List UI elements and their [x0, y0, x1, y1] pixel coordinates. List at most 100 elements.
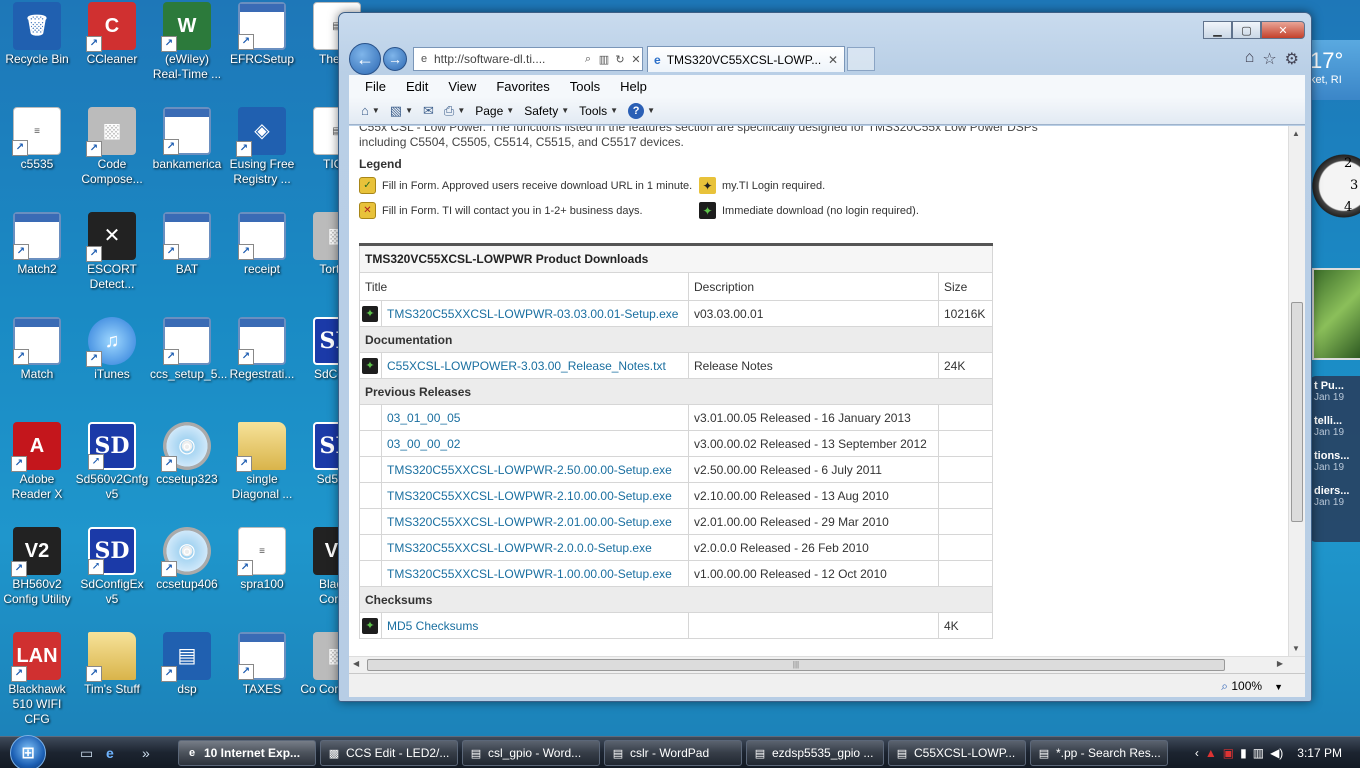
menu-help[interactable]: Help: [610, 79, 657, 94]
desktop-icon[interactable]: ▤dsp: [150, 632, 224, 697]
desktop-icon[interactable]: single Diagonal ...: [225, 422, 299, 502]
zoom-control[interactable]: ⌕ 100% ▼: [1221, 679, 1283, 694]
taskbar-button[interactable]: ▤ *.pp - Search Res...: [1030, 740, 1168, 766]
help-menu-button[interactable]: ? ▼: [628, 102, 655, 119]
desktop-icon[interactable]: LANBlackhawk 510 WIFI CFG: [0, 632, 74, 727]
taskbar-button[interactable]: e 10 Internet Exp...: [178, 740, 316, 766]
tab-close-icon[interactable]: ✕: [828, 53, 838, 67]
feed-item[interactable]: telli... Jan 19: [1314, 415, 1360, 450]
desktop-icon[interactable]: ▩Code Compose...: [75, 107, 149, 187]
adobe-tray-icon[interactable]: ▲: [1205, 746, 1217, 760]
slideshow-gadget[interactable]: [1312, 268, 1360, 360]
feed-item[interactable]: t Pu... Jan 19: [1314, 380, 1360, 415]
taskbar-button[interactable]: ▤ ezdsp5535_gpio ...: [746, 740, 884, 766]
scroll-left-arrow-icon[interactable]: ◀: [353, 659, 359, 668]
refresh-icon[interactable]: ↻: [614, 53, 626, 66]
search-icon[interactable]: ⌕: [582, 53, 594, 66]
minimize-button[interactable]: ▁: [1203, 21, 1232, 39]
read-mail-button[interactable]: ✉: [423, 103, 434, 119]
tray-expand-icon[interactable]: ‹: [1195, 746, 1199, 760]
network-icon[interactable]: ▥: [1253, 746, 1264, 760]
feed-item[interactable]: tions... Jan 19: [1314, 450, 1360, 485]
gear-icon[interactable]: ⚙: [1285, 49, 1299, 69]
desktop-icon[interactable]: AAdobe Reader X: [0, 422, 74, 502]
tray-device-icon[interactable]: ▮: [1240, 746, 1247, 760]
desktop-icon[interactable]: Tim's Stuff: [75, 632, 149, 697]
home-icon[interactable]: ⌂: [1245, 49, 1255, 69]
taskbar-button[interactable]: ▤ C55XCSL-LOWP...: [888, 740, 1026, 766]
home-toolbar-button[interactable]: ⌂ ▼: [361, 103, 380, 118]
download-link[interactable]: TMS320C55XXCSL-LOWPWR-2.50.00.00-Setup.e…: [387, 463, 672, 477]
start-button[interactable]: ⊞: [10, 735, 46, 768]
taskbar-button[interactable]: ▤ cslr - WordPad: [604, 740, 742, 766]
taskbar-button[interactable]: ▩ CCS Edit - LED2/...: [320, 740, 458, 766]
download-link[interactable]: MD5 Checksums: [387, 619, 478, 633]
menu-tools[interactable]: Tools: [560, 79, 610, 94]
back-button[interactable]: ←: [349, 43, 381, 75]
download-link[interactable]: TMS320C55XXCSL-LOWPWR-2.01.00.00-Setup.e…: [387, 515, 672, 529]
feeds-button[interactable]: ▧ ▼: [390, 103, 413, 119]
horizontal-scrollbar[interactable]: ◀ ||| ▶: [349, 656, 1305, 673]
page-menu-button[interactable]: Page ▼: [475, 104, 514, 118]
address-url[interactable]: http://software-dl.ti....: [434, 52, 578, 66]
horizontal-scroll-thumb[interactable]: |||: [367, 659, 1225, 671]
desktop-icon[interactable]: V2BH560v2 Config Utility: [0, 527, 74, 607]
desktop-icon[interactable]: receipt: [225, 212, 299, 277]
tab-active[interactable]: e TMS320VC55XCSL-LOWP... ✕: [647, 46, 845, 72]
desktop-icon[interactable]: SDSdConfigEx v5: [75, 527, 149, 607]
desktop-icon[interactable]: ◎ccsetup406: [150, 527, 224, 592]
desktop-icon[interactable]: ✕ESCORT Detect...: [75, 212, 149, 292]
desktop-icon[interactable]: ▣ ccs_setup_5...: [150, 317, 227, 382]
desktop-icon[interactable]: 🗑 Recycle Bin: [0, 2, 74, 67]
desktop-icon[interactable]: Match2: [0, 212, 74, 277]
menu-edit[interactable]: Edit: [396, 79, 438, 94]
download-link[interactable]: TMS320C55XXCSL-LOWPWR-2.0.0.0-Setup.exe: [387, 541, 652, 555]
scroll-down-arrow-icon[interactable]: ▼: [1292, 644, 1300, 653]
desktop-icon[interactable]: ♫iTunes: [75, 317, 149, 382]
desktop-icon[interactable]: bankamerica: [150, 107, 224, 172]
desktop-icon[interactable]: Regestrati...: [225, 317, 299, 382]
download-link[interactable]: TMS320C55XXCSL-LOWPWR-1.00.00.00-Setup.e…: [387, 567, 672, 581]
print-button[interactable]: ⎙ ▼: [444, 103, 465, 119]
menu-file[interactable]: File: [355, 79, 396, 94]
show-desktop-icon[interactable]: ▭: [80, 745, 93, 762]
download-link[interactable]: C55XCSL-LOWPOWER-3.03.00_Release_Notes.t…: [387, 359, 666, 373]
maximize-button[interactable]: ▢: [1232, 21, 1261, 39]
menu-favorites[interactable]: Favorites: [486, 79, 559, 94]
stop-icon[interactable]: ✕: [630, 53, 642, 66]
desktop-icon[interactable]: ≡spra100: [225, 527, 299, 592]
weather-gadget[interactable]: 17° ket, RI: [1306, 40, 1360, 100]
taskbar-clock[interactable]: 3:17 PM: [1297, 746, 1342, 760]
vertical-scrollbar[interactable]: ▲ ▼: [1288, 126, 1305, 656]
desktop-icon[interactable]: SDSd560v2Cnfg v5: [75, 422, 149, 502]
download-link[interactable]: 03_01_00_05: [387, 411, 460, 425]
tray-app-icon[interactable]: ▣: [1223, 746, 1234, 760]
desktop-icon[interactable]: ◈Eusing Free Registry ...: [225, 107, 299, 187]
desktop-icon[interactable]: W(eWiley) Real-Time ...: [150, 2, 224, 82]
desktop-icon[interactable]: ◎ccsetup323: [150, 422, 224, 487]
download-link[interactable]: TMS320C55XXCSL-LOWPWR-03.03.00.01-Setup.…: [387, 307, 678, 321]
ie-quicklaunch-icon[interactable]: e: [106, 745, 114, 761]
safety-menu-button[interactable]: Safety ▼: [524, 104, 569, 118]
new-tab-button[interactable]: [847, 47, 875, 71]
volume-icon[interactable]: ◀): [1270, 746, 1283, 760]
desktop-icon[interactable]: BAT: [150, 212, 224, 277]
feed-headlines-gadget[interactable]: t Pu... Jan 19 telli... Jan 19 tions... Jan…: [1310, 376, 1360, 542]
desktop-icon[interactable]: TAXES: [225, 632, 299, 697]
download-link[interactable]: TMS320C55XXCSL-LOWPWR-2.10.00.00-Setup.e…: [387, 489, 672, 503]
quicklaunch-overflow-icon[interactable]: »: [142, 745, 150, 761]
close-button[interactable]: ✕: [1261, 21, 1305, 39]
feed-item[interactable]: diers... Jan 19: [1314, 485, 1360, 520]
scroll-right-arrow-icon[interactable]: ▶: [1277, 659, 1283, 668]
compatibility-icon[interactable]: ▥: [598, 53, 610, 66]
desktop-icon[interactable]: Match: [0, 317, 74, 382]
taskbar-button[interactable]: ▤ csl_gpio - Word...: [462, 740, 600, 766]
forward-button[interactable]: →: [383, 47, 407, 71]
menu-view[interactable]: View: [438, 79, 486, 94]
desktop-icon[interactable]: CCCleaner: [75, 2, 149, 67]
scroll-up-arrow-icon[interactable]: ▲: [1292, 129, 1300, 138]
desktop-icon[interactable]: ≡c5535: [0, 107, 74, 172]
tools-menu-button[interactable]: Tools ▼: [579, 104, 618, 118]
download-link[interactable]: 03_00_00_02: [387, 437, 460, 451]
desktop-icon[interactable]: ▣ EFRCSetup: [225, 2, 299, 67]
